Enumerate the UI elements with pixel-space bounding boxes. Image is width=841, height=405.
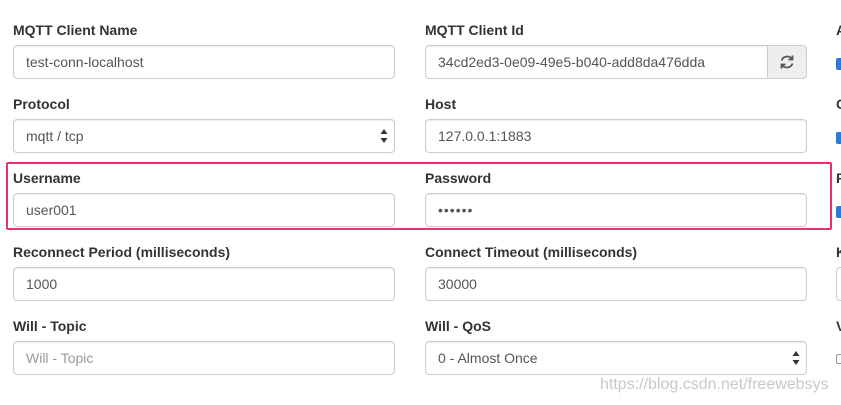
- edge-label-k: K: [836, 244, 841, 260]
- client-id-label: MQTT Client Id: [425, 22, 524, 38]
- edge-checkbox[interactable]: [836, 58, 841, 70]
- refresh-client-id-button[interactable]: [767, 45, 807, 79]
- connect-timeout-input[interactable]: 30000: [425, 267, 807, 301]
- edge-checkbox[interactable]: [836, 132, 841, 144]
- select-arrows-icon: [792, 351, 800, 365]
- reconnect-period-input[interactable]: 1000: [13, 267, 395, 301]
- protocol-value: mqtt / tcp: [26, 128, 84, 144]
- select-arrows-icon: [380, 129, 388, 143]
- protocol-label: Protocol: [13, 96, 70, 112]
- edge-input[interactable]: [836, 267, 841, 301]
- watermark: https://blog.csdn.net/freewebsys: [600, 376, 829, 393]
- will-qos-select[interactable]: 0 - Almost Once: [425, 341, 807, 375]
- highlight-box: [6, 162, 832, 230]
- client-name-input[interactable]: test-conn-localhost: [13, 45, 395, 79]
- refresh-icon: [780, 55, 794, 69]
- will-qos-value: 0 - Almost Once: [438, 350, 538, 366]
- edge-label-v: V: [836, 318, 841, 334]
- client-id-input[interactable]: 34cd2ed3-0e09-49e5-b040-add8da476dda: [425, 45, 768, 79]
- will-topic-input[interactable]: Will - Topic: [13, 341, 395, 375]
- will-qos-label: Will - QoS: [425, 318, 491, 334]
- host-input[interactable]: 127.0.0.1:1883: [425, 119, 807, 153]
- host-label: Host: [425, 96, 457, 112]
- edge-label-f: F: [836, 170, 841, 186]
- will-topic-label: Will - Topic: [13, 318, 87, 334]
- protocol-select[interactable]: mqtt / tcp: [13, 119, 395, 153]
- edge-label-a: A: [836, 22, 841, 38]
- connect-timeout-label: Connect Timeout (milliseconds): [425, 244, 638, 260]
- edge-label-c: C: [836, 96, 841, 112]
- edge-checkbox-unchecked[interactable]: [836, 354, 841, 364]
- client-name-label: MQTT Client Name: [13, 22, 138, 38]
- reconnect-period-label: Reconnect Period (milliseconds): [13, 244, 231, 260]
- edge-checkbox[interactable]: [836, 206, 841, 218]
